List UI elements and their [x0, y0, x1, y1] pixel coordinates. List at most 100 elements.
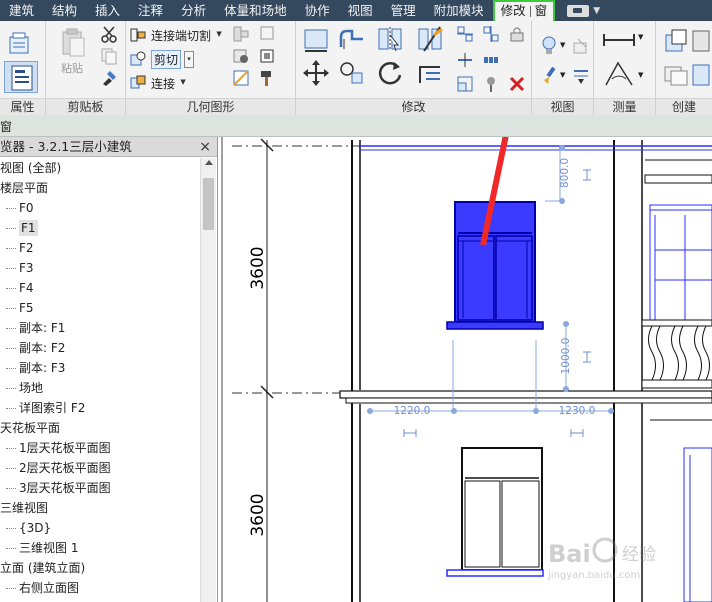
dimension-grip[interactable] [608, 408, 614, 414]
tree-item[interactable]: 副本: F1 [0, 318, 200, 338]
dimension-grip[interactable] [367, 408, 373, 414]
tree-item[interactable]: 三维视图 1 [0, 538, 200, 558]
tab-analyze[interactable]: 分析 [172, 0, 215, 21]
panel-toggle-icon[interactable] [567, 4, 590, 17]
tab-architecture[interactable]: 建筑 [0, 0, 43, 21]
tree-item[interactable]: 副本: F3 [0, 358, 200, 378]
paste-button[interactable]: 粘贴 [54, 25, 90, 79]
dimension-right-width-text[interactable]: 1230.0 [559, 405, 596, 417]
tree-item[interactable]: F4 [0, 278, 200, 298]
close-icon[interactable]: × [199, 137, 211, 157]
drawing-canvas[interactable]: 3600 3600 800.0 1000.0 1220.0 1230.0 Bai… [219, 137, 712, 602]
chevron-down-icon[interactable]: ▼ [593, 6, 600, 16]
tree-item[interactable]: F1 [0, 218, 200, 238]
delete-icon[interactable] [508, 75, 526, 93]
selected-window[interactable] [454, 201, 536, 323]
tree-item[interactable]: 1层天花板平面图 [0, 438, 200, 458]
dimension-lock-icon[interactable] [570, 429, 584, 437]
tab-view[interactable]: 视图 [339, 0, 382, 21]
tab-manage[interactable]: 管理 [382, 0, 425, 21]
array-icon[interactable] [482, 51, 500, 69]
move-icon[interactable] [302, 59, 330, 87]
dimension-left-width-text[interactable]: 1220.0 [394, 405, 431, 417]
offset-icon[interactable] [338, 25, 366, 53]
create-parts-icon[interactable] [690, 27, 712, 55]
dimension-grip[interactable] [559, 198, 565, 204]
create-similar-icon[interactable] [690, 61, 712, 89]
wall-joins-icon[interactable] [232, 25, 250, 43]
tree-item[interactable]: F5 [0, 298, 200, 318]
tree-group[interactable]: 天花板平面 [0, 418, 200, 438]
copy-icon[interactable] [100, 47, 118, 65]
tree-group[interactable]: 楼层平面 [0, 178, 200, 198]
tab-massing-site[interactable]: 体量和场地 [215, 0, 296, 21]
cut-geometry-button[interactable]: 剪切 ▾ [130, 49, 195, 69]
tree-group[interactable]: 视图 (全部) [0, 158, 200, 178]
dimension-grip[interactable] [451, 408, 457, 414]
chevron-down-icon[interactable]: ▼ [178, 75, 188, 92]
tree-group[interactable]: 三维视图 [0, 498, 200, 518]
tab-collaborate[interactable]: 协作 [296, 0, 339, 21]
mirror-pick-axis-icon[interactable] [376, 25, 404, 53]
join-geometry-button[interactable]: 连接 ▼ [130, 73, 188, 93]
dimension-window-top-text[interactable]: 800.0 [559, 158, 571, 188]
right-window[interactable] [649, 204, 712, 321]
join-cut-button[interactable]: 连接端切割 ▼ [130, 25, 224, 45]
measure-between-points-icon[interactable] [602, 29, 636, 51]
dimension-grip[interactable] [563, 386, 569, 392]
vertical-scrollbar[interactable] [200, 158, 216, 602]
tree-item[interactable]: 场地 [0, 378, 200, 398]
chevron-down-icon[interactable]: ▼ [560, 71, 565, 79]
copy-move-icon[interactable] [338, 59, 366, 87]
dimension-window-bottom-text[interactable]: 1000.0 [560, 338, 572, 375]
type-selector-button[interactable] [4, 29, 32, 59]
linework-icon[interactable] [572, 67, 590, 85]
mirror-draw-axis-icon[interactable] [416, 25, 444, 53]
tree-item[interactable]: F2 [0, 238, 200, 258]
align-icon[interactable] [302, 25, 330, 53]
chevron-down-icon[interactable]: ▼ [214, 27, 224, 44]
create-group-icon[interactable] [662, 61, 690, 89]
dimension-grip[interactable] [563, 321, 569, 327]
scrollbar-thumb[interactable] [203, 178, 214, 230]
override-graphics-icon[interactable] [572, 37, 590, 55]
dimension-lock-icon[interactable] [583, 169, 591, 181]
tab-addins[interactable]: 附加模块 [425, 0, 493, 21]
scroll-up-arrow-icon[interactable] [205, 160, 213, 165]
match-properties-icon[interactable] [100, 69, 118, 87]
tree-item[interactable]: 详图索引 F2 [0, 398, 200, 418]
split-face-icon[interactable] [232, 69, 250, 87]
pin-icon[interactable] [482, 75, 500, 93]
chevron-down-icon[interactable]: ▼ [638, 33, 643, 41]
tab-modify-window[interactable]: 修改窗 [492, 0, 556, 21]
rotate-icon[interactable] [376, 59, 404, 87]
dimension-grip[interactable] [533, 408, 539, 414]
hammer-icon[interactable] [258, 69, 278, 87]
chevron-down-icon[interactable]: ▼ [560, 41, 565, 49]
split-element-icon[interactable] [456, 51, 474, 69]
tree-item[interactable]: F3 [0, 258, 200, 278]
dimension-grip[interactable] [559, 145, 565, 151]
lightbulb-icon[interactable] [540, 35, 558, 57]
dimension-lock-icon[interactable] [403, 429, 417, 437]
properties-button[interactable] [4, 61, 38, 93]
tree-item[interactable]: F0 [0, 198, 200, 218]
tab-structure[interactable]: 结构 [43, 0, 86, 21]
tab-insert[interactable]: 插入 [86, 0, 129, 21]
create-assembly-icon[interactable] [662, 27, 690, 55]
paintbrush-icon[interactable] [540, 65, 558, 87]
tree-group[interactable]: 立面 (建筑立面) [0, 558, 200, 578]
move-copy-icon[interactable] [456, 25, 474, 43]
right-lower-window[interactable] [683, 447, 712, 602]
copy-element-icon[interactable] [482, 25, 500, 43]
chevron-down-icon[interactable]: ▼ [638, 71, 643, 79]
paint-icon[interactable] [258, 25, 278, 43]
aligned-dimension-icon[interactable] [602, 59, 636, 89]
tree-item[interactable]: 副本: F2 [0, 338, 200, 358]
tree-item[interactable]: {3D} [0, 518, 200, 538]
demolish-icon[interactable] [232, 47, 250, 65]
tree-item[interactable]: 右侧立面图 [0, 578, 200, 598]
dimension-lock-icon[interactable] [583, 351, 591, 363]
tree-item[interactable]: 2层天花板平面图 [0, 458, 200, 478]
cut-scissors-icon[interactable] [100, 25, 118, 43]
